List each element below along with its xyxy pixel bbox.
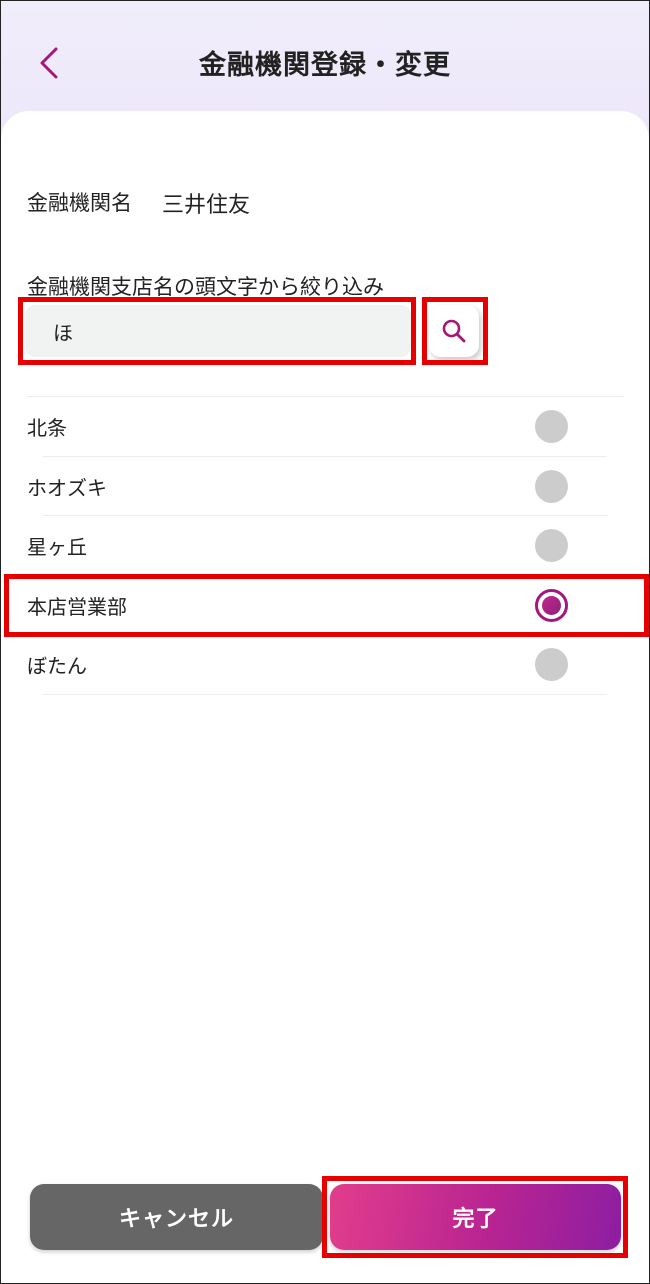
branch-item-selected[interactable]: 本店営業部 (1, 576, 649, 636)
screen: 金融機関登録・変更 金融機関名 三井住友 金融機関支店名の頭文字から絞り込み 北… (0, 0, 650, 1284)
radio-button[interactable] (535, 469, 568, 503)
branch-item[interactable]: 北条 (1, 397, 649, 457)
bank-name-value: 三井住友 (162, 193, 251, 218)
branch-name: 本店営業部 (27, 594, 127, 619)
search-icon (442, 319, 466, 343)
branch-name: 北条 (27, 416, 67, 441)
bank-name-label: 金融機関名 (27, 191, 132, 215)
done-button[interactable]: 完了 (330, 1184, 621, 1250)
radio-button[interactable] (535, 648, 568, 682)
radio-dot (542, 595, 561, 615)
radio-button[interactable] (535, 529, 568, 563)
page-title: 金融機関登録・変更 (199, 50, 451, 81)
radio-button-selected[interactable] (535, 588, 568, 622)
radio-button[interactable] (535, 410, 568, 444)
branch-item[interactable]: ホオズキ (1, 457, 649, 517)
filter-label: 金融機関支店名の頭文字から絞り込み (27, 275, 384, 299)
branch-item[interactable]: ぼたん (1, 635, 649, 695)
bank-name-row: 金融機関名 三井住友 (27, 187, 250, 219)
branch-name: ぼたん (27, 654, 87, 679)
branch-search-input[interactable] (25, 305, 411, 357)
branch-name: 星ヶ丘 (27, 535, 87, 560)
branch-list: 北条 ホオズキ 星ヶ丘 本店営業部 ぼたん (1, 397, 649, 695)
branch-item[interactable]: 星ヶ丘 (1, 516, 649, 576)
cancel-button[interactable]: キャンセル (30, 1184, 323, 1250)
search-button[interactable] (429, 305, 479, 357)
branch-name: ホオズキ (27, 475, 107, 500)
